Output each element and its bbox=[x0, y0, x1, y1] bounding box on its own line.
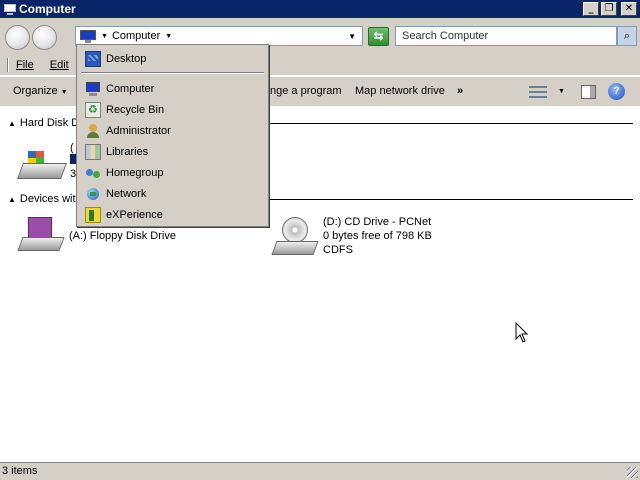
uninstall-program-button[interactable]: nge a program bbox=[270, 85, 342, 97]
dropdown-item-recycle-bin[interactable]: Recycle Bin bbox=[77, 100, 268, 120]
chevron-down-icon[interactable]: ▼ bbox=[558, 88, 565, 95]
menu-grip bbox=[7, 58, 9, 72]
dropdown-item-computer[interactable]: Computer bbox=[77, 79, 268, 99]
hard-disk-icon[interactable] bbox=[17, 149, 67, 185]
map-network-drive-button[interactable]: Map network drive bbox=[355, 85, 445, 97]
dropdown-item-homegroup[interactable]: Homegroup bbox=[77, 163, 268, 183]
hard-disk-name[interactable]: ( bbox=[70, 142, 74, 154]
chevron-down-icon[interactable]: ▼ bbox=[101, 33, 108, 40]
dropdown-item-libraries[interactable]: Libraries bbox=[77, 142, 268, 162]
dropdown-item-label: Homegroup bbox=[106, 167, 164, 179]
restore-button[interactable]: ❐ bbox=[601, 2, 617, 16]
menu-edit[interactable]: Edit bbox=[50, 59, 69, 71]
collapse-triangle-icon[interactable]: ▲ bbox=[8, 119, 16, 128]
group-header-label: Devices with bbox=[19, 193, 82, 205]
dropdown-item-label: Administrator bbox=[106, 125, 171, 137]
collapse-triangle-icon[interactable]: ▲ bbox=[8, 195, 16, 204]
forward-button[interactable] bbox=[32, 25, 57, 50]
computer-icon bbox=[85, 81, 101, 97]
refresh-button[interactable]: ⇆ bbox=[368, 27, 389, 46]
group-header-devices[interactable]: ▲ Devices with bbox=[8, 193, 82, 205]
desktop-icon bbox=[85, 51, 101, 67]
dropdown-item-label: Computer bbox=[106, 83, 155, 95]
dropdown-item-desktop[interactable]: Desktop bbox=[77, 49, 268, 69]
dropdown-item-experience[interactable]: eXPerience bbox=[77, 205, 268, 225]
search-input[interactable]: Search Computer bbox=[395, 26, 617, 46]
group-divider bbox=[270, 199, 633, 200]
dropdown-item-network[interactable]: Network bbox=[77, 184, 268, 204]
computer-icon bbox=[80, 29, 96, 43]
breadcrumb[interactable]: Computer bbox=[112, 30, 160, 42]
dropdown-item-label: Network bbox=[106, 188, 147, 200]
mouse-pointer-icon bbox=[515, 322, 529, 343]
address-dropdown-icon[interactable]: ▼ bbox=[348, 32, 356, 41]
group-divider bbox=[270, 123, 633, 124]
back-button[interactable] bbox=[5, 25, 30, 50]
chevron-down-icon[interactable]: ▼ bbox=[165, 33, 172, 40]
network-icon bbox=[85, 186, 101, 202]
cd-drive-filesystem: CDFS bbox=[323, 244, 353, 256]
floppy-drive-icon[interactable] bbox=[17, 217, 65, 257]
dropdown-item-label: Desktop bbox=[106, 53, 147, 65]
dropdown-item-administrator[interactable]: Administrator bbox=[77, 121, 268, 141]
window-title: Computer bbox=[19, 2, 76, 16]
preview-pane-icon[interactable] bbox=[581, 85, 596, 99]
address-field[interactable]: ▼ Computer ▼ ▼ bbox=[75, 26, 363, 46]
organize-button[interactable]: Organize ▼ bbox=[13, 85, 68, 97]
window-controls: _ ❐ ✕ bbox=[583, 2, 637, 16]
menu-separator bbox=[81, 72, 264, 74]
dropdown-item-label: Libraries bbox=[106, 146, 149, 158]
homegroup-icon bbox=[85, 165, 101, 181]
folder-icon bbox=[85, 207, 101, 223]
menu-file[interactable]: File bbox=[16, 59, 34, 71]
user-icon bbox=[85, 123, 101, 139]
more-commands-button[interactable]: » bbox=[457, 85, 463, 97]
cd-drive-name[interactable]: (D:) CD Drive - PCNet bbox=[323, 216, 431, 228]
cd-drive-free-space: 0 bytes free of 798 KB bbox=[323, 230, 432, 242]
help-icon[interactable]: ? bbox=[608, 83, 625, 100]
organize-label: Organize bbox=[13, 85, 58, 97]
items-count: 3 items bbox=[2, 465, 38, 477]
title-bar[interactable]: Computer _ ❐ ✕ bbox=[0, 0, 640, 18]
cd-drive-icon[interactable] bbox=[271, 217, 320, 261]
group-header-hard-disk[interactable]: ▲ Hard Disk Dri bbox=[8, 117, 85, 129]
status-bar: 3 items bbox=[0, 462, 640, 480]
floppy-drive-name[interactable]: (A:) Floppy Disk Drive bbox=[69, 230, 176, 242]
close-button[interactable]: ✕ bbox=[621, 2, 637, 16]
libraries-icon bbox=[85, 144, 101, 160]
change-view-icon[interactable] bbox=[529, 85, 547, 99]
breadcrumb-dropdown-menu: Desktop Computer Recycle Bin Administrat… bbox=[76, 44, 269, 227]
dropdown-item-label: eXPerience bbox=[106, 209, 163, 221]
dropdown-item-label: Recycle Bin bbox=[106, 104, 165, 116]
chevron-down-icon: ▼ bbox=[60, 89, 68, 96]
recycle-bin-icon bbox=[85, 102, 101, 118]
search-icon[interactable]: ⌕ bbox=[617, 26, 637, 46]
minimize-button[interactable]: _ bbox=[583, 2, 599, 16]
computer-icon bbox=[3, 3, 17, 16]
resize-grip-icon[interactable] bbox=[627, 467, 638, 478]
